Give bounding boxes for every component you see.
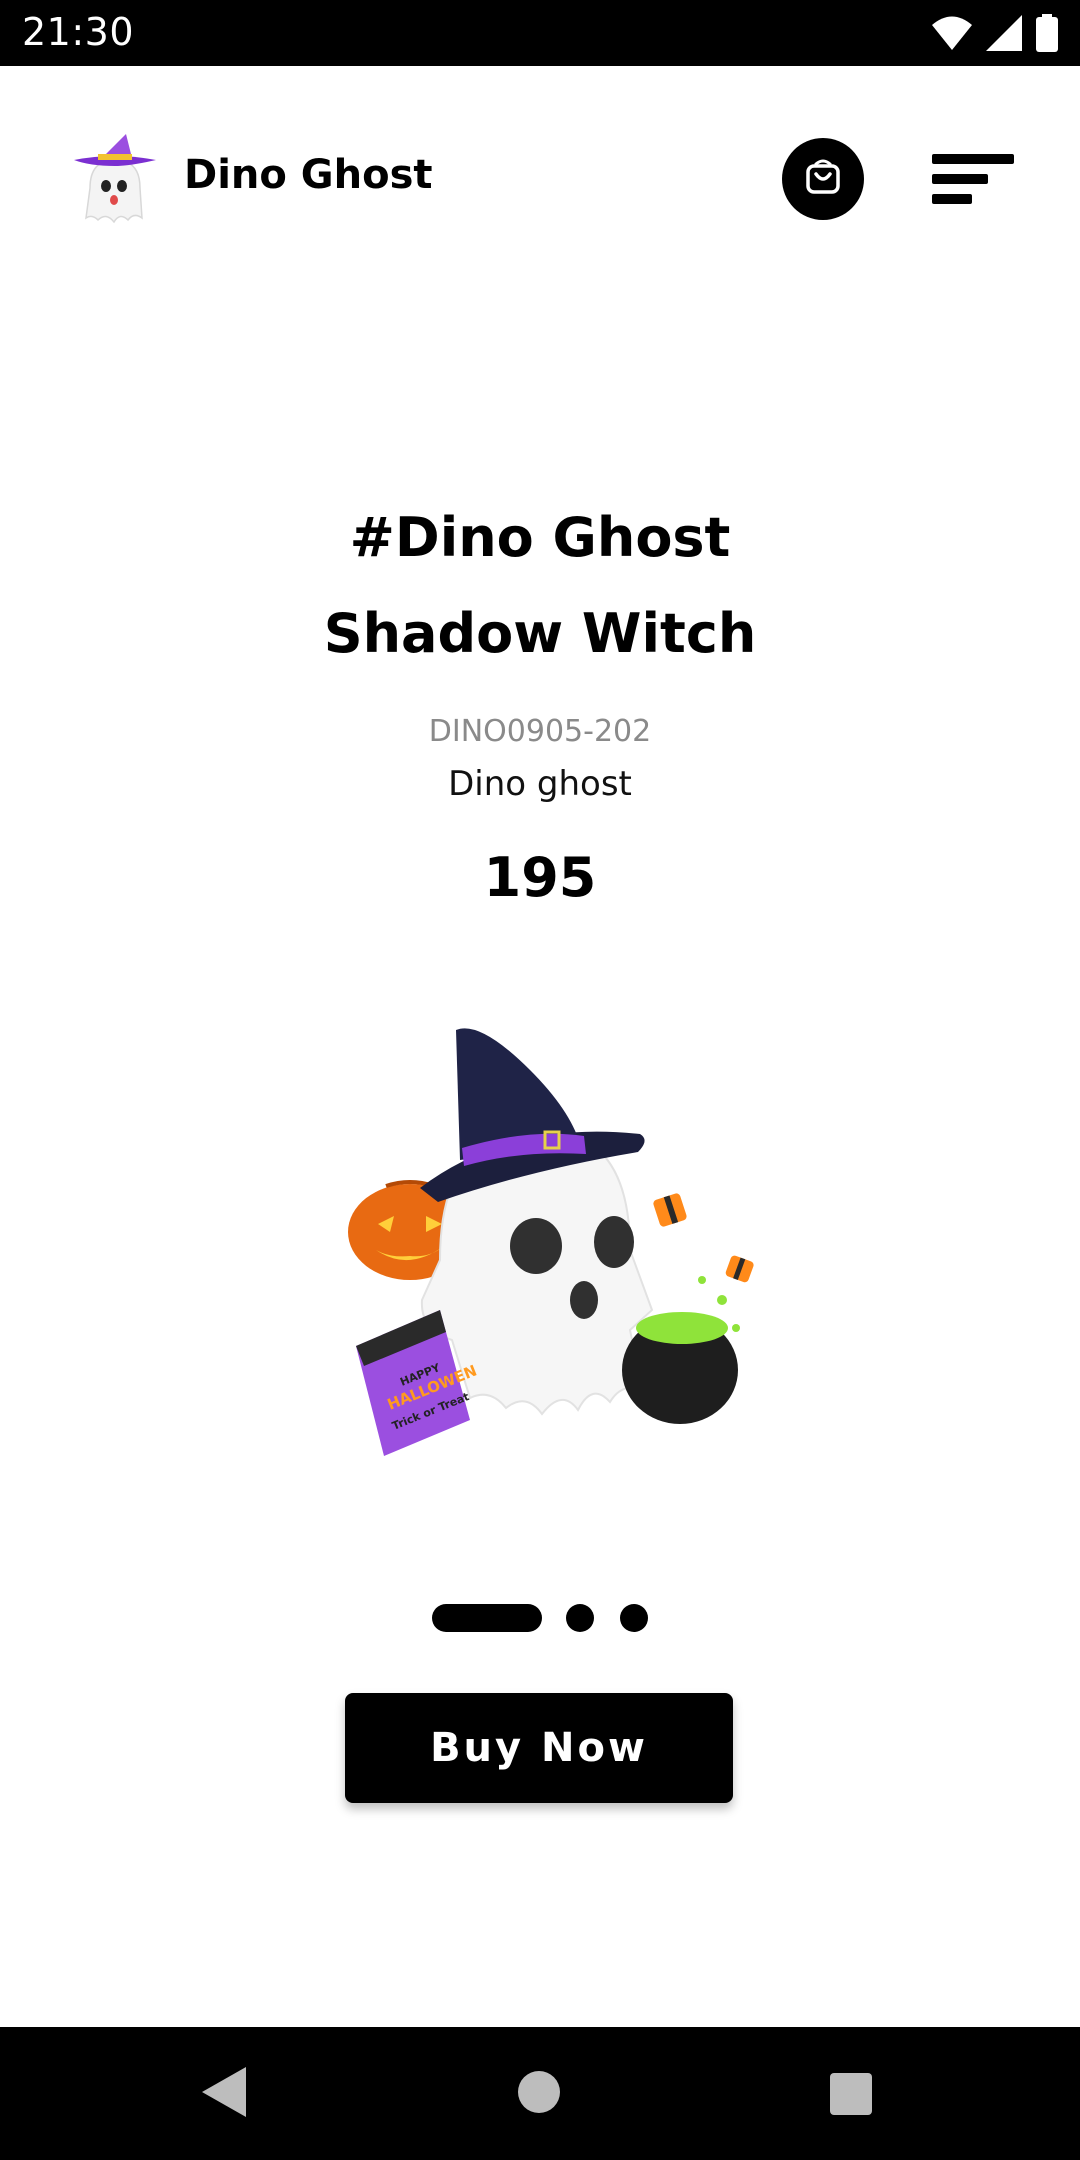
menu-button[interactable] xyxy=(928,150,1014,210)
product-sku: DINO0905-202 xyxy=(428,714,652,749)
back-icon[interactable] xyxy=(202,2067,246,2121)
cart-button[interactable] xyxy=(782,138,864,220)
buy-now-button[interactable]: Buy Now xyxy=(345,1693,733,1803)
status-time: 21:30 xyxy=(22,10,135,54)
gift-box-icon xyxy=(653,1193,754,1283)
pager-dot[interactable] xyxy=(620,1604,648,1632)
ghost-witch-logo-icon[interactable] xyxy=(70,130,160,226)
pager-dot[interactable] xyxy=(566,1604,594,1632)
cellular-signal-icon xyxy=(986,15,1022,55)
product-price: 195 xyxy=(483,846,597,909)
brand-name: Dino Ghost xyxy=(184,152,433,198)
menu-line-middle xyxy=(932,174,988,184)
carousel-pager xyxy=(0,1604,1080,1634)
menu-line-top xyxy=(932,154,1014,164)
product-image: HAPPY HALLOWEN Trick or Treat xyxy=(330,1010,770,1480)
menu-line-bottom xyxy=(932,194,972,204)
status-icons xyxy=(932,14,1058,56)
status-bar: 21:30 xyxy=(0,0,1080,66)
pager-dot-active[interactable] xyxy=(432,1604,542,1632)
product-subtitle: Dino ghost xyxy=(448,764,632,804)
product-title-line2: Shadow Witch xyxy=(323,602,757,665)
product-title-line1: #Dino Ghost xyxy=(349,506,731,569)
battery-icon xyxy=(1036,14,1058,56)
app-header: Dino Ghost xyxy=(0,100,1080,260)
shopping-bag-icon xyxy=(804,158,842,200)
navigation-bar xyxy=(0,2027,1080,2160)
home-icon[interactable] xyxy=(518,2071,560,2113)
wifi-icon xyxy=(932,16,972,54)
recents-icon[interactable] xyxy=(830,2073,872,2115)
